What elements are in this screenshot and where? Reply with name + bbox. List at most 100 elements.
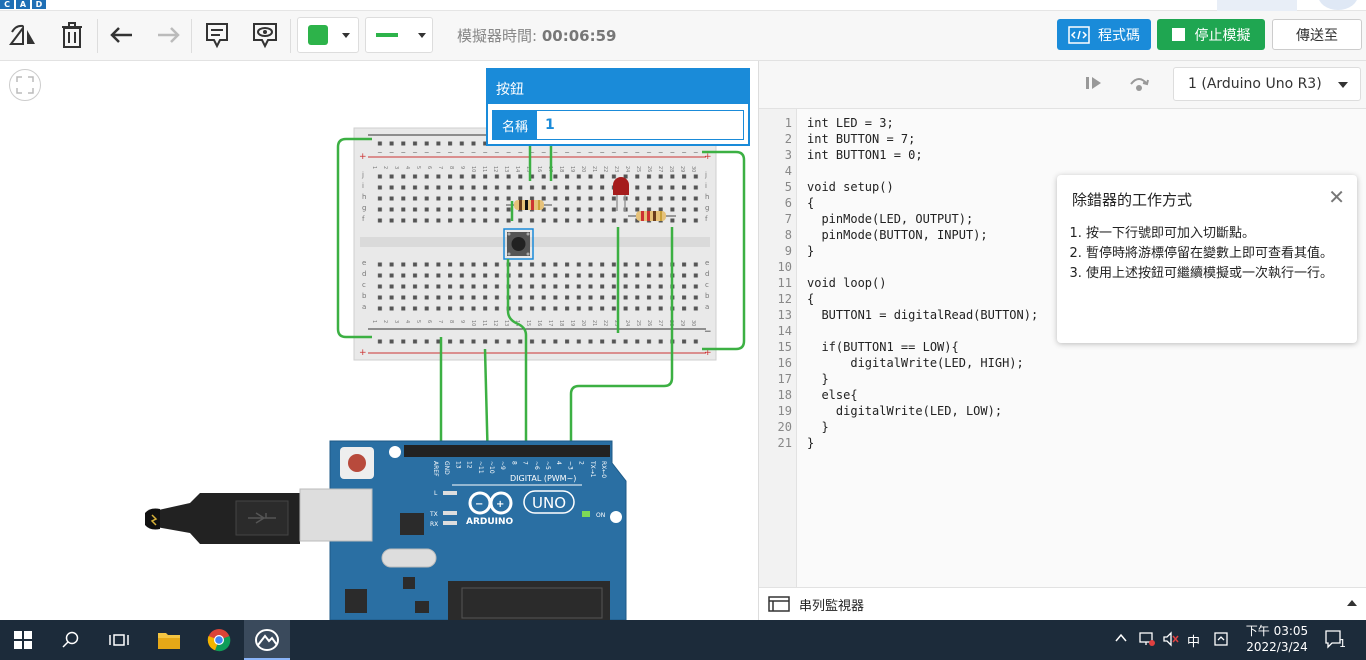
rotate-icon[interactable] bbox=[8, 20, 38, 50]
wire-style-gap bbox=[398, 33, 402, 37]
delete-icon[interactable] bbox=[57, 20, 87, 50]
line-number[interactable]: 2 bbox=[759, 131, 792, 147]
breadboard-label: 24 bbox=[624, 166, 630, 172]
code-line[interactable] bbox=[807, 259, 1038, 275]
name-field-input[interactable]: 1 bbox=[537, 111, 743, 139]
code-line[interactable]: int BUTTON1 = 0; bbox=[807, 147, 1038, 163]
line-number[interactable]: 1 bbox=[759, 115, 792, 131]
clipboard-icon[interactable] bbox=[1213, 631, 1229, 651]
arduino-brand: ARDUINO bbox=[466, 517, 514, 527]
chrome-icon[interactable] bbox=[196, 620, 242, 660]
arduino-pin-label: ~5 bbox=[544, 461, 551, 470]
line-number[interactable]: 10 bbox=[759, 259, 792, 275]
system-clock[interactable]: 下午 03:05 2022/3/24 bbox=[1244, 623, 1310, 655]
windows-start-icon[interactable] bbox=[0, 620, 46, 660]
breadboard-label: b bbox=[705, 292, 710, 300]
line-number[interactable]: 3 bbox=[759, 147, 792, 163]
line-number[interactable]: 13 bbox=[759, 307, 792, 323]
code-line[interactable]: int LED = 3; bbox=[807, 115, 1038, 131]
tinkercad-app-icon[interactable] bbox=[244, 620, 290, 660]
code-line[interactable]: int BUTTON = 7; bbox=[807, 131, 1038, 147]
breadboard-label: 21 bbox=[591, 166, 597, 172]
code-line[interactable]: if(BUTTON1 == LOW){ bbox=[807, 339, 1038, 355]
line-number[interactable]: 16 bbox=[759, 355, 792, 371]
task-view-icon[interactable] bbox=[96, 620, 142, 660]
step-over-icon[interactable] bbox=[1128, 74, 1150, 96]
line-number[interactable]: 7 bbox=[759, 211, 792, 227]
code-line[interactable]: { bbox=[807, 195, 1038, 211]
breadboard-label: h bbox=[705, 193, 709, 201]
redo-icon[interactable] bbox=[153, 20, 183, 50]
code-line[interactable]: else{ bbox=[807, 387, 1038, 403]
undo-icon[interactable] bbox=[107, 20, 137, 50]
line-number[interactable]: 17 bbox=[759, 371, 792, 387]
line-number[interactable]: 6 bbox=[759, 195, 792, 211]
line-number[interactable]: 9 bbox=[759, 243, 792, 259]
breadboard-label: 30 bbox=[690, 166, 696, 172]
code-line[interactable]: digitalWrite(LED, HIGH); bbox=[807, 355, 1038, 371]
code-line[interactable] bbox=[807, 163, 1038, 179]
line-number-gutter[interactable]: 1 2 3 4 5 6 7 8 9 10 11 12 13 14 15 16 17 18 19 20 21 bbox=[759, 109, 797, 587]
line-number[interactable]: 15 bbox=[759, 339, 792, 355]
breadboard-label: 9 bbox=[459, 320, 465, 323]
app-logo[interactable]: C A D bbox=[0, 0, 46, 9]
chevron-up-icon[interactable] bbox=[1347, 600, 1357, 606]
usb-cable[interactable] bbox=[145, 488, 373, 544]
code-line[interactable]: void setup() bbox=[807, 179, 1038, 195]
search-icon[interactable] bbox=[48, 620, 94, 660]
serial-monitor-bar[interactable]: 串列監視器 bbox=[759, 587, 1366, 620]
breadboard-label: 27 bbox=[657, 320, 663, 326]
code-line[interactable]: digitalWrite(LED, LOW); bbox=[807, 403, 1038, 419]
stop-simulation-button[interactable]: 停止模擬 bbox=[1157, 19, 1265, 50]
chevron-up-icon[interactable] bbox=[1114, 631, 1128, 649]
view-notes-icon[interactable] bbox=[250, 20, 280, 50]
close-icon[interactable]: ✕ bbox=[1328, 185, 1345, 209]
stop-button-label: 停止模擬 bbox=[1194, 27, 1251, 44]
code-line[interactable]: { bbox=[807, 291, 1038, 307]
note-icon[interactable] bbox=[202, 20, 232, 50]
line-number[interactable]: 21 bbox=[759, 435, 792, 451]
user-avatar[interactable] bbox=[1318, 0, 1358, 10]
breadboard-label: 26 bbox=[646, 166, 652, 172]
component-inspector[interactable]: 按鈕 名稱 1 bbox=[486, 68, 750, 146]
line-number[interactable]: 14 bbox=[759, 323, 792, 339]
arduino-pin-label: 12 bbox=[466, 461, 473, 469]
logo-letter: D bbox=[32, 0, 46, 9]
device-selector[interactable]: 1 (Arduino Uno R3) bbox=[1173, 67, 1361, 101]
network-icon[interactable] bbox=[1138, 631, 1156, 651]
breadboard-label: 18 bbox=[558, 320, 564, 326]
code-text[interactable]: int LED = 3; int BUTTON = 7; int BUTTON1 =… bbox=[807, 115, 1038, 451]
input-method-indicator[interactable]: 中 bbox=[1187, 631, 1200, 650]
code-line[interactable]: void loop() bbox=[807, 275, 1038, 291]
code-line[interactable]: pinMode(LED, OUTPUT); bbox=[807, 211, 1038, 227]
line-number[interactable]: 19 bbox=[759, 403, 792, 419]
code-line[interactable]: } bbox=[807, 243, 1038, 259]
line-number[interactable]: 4 bbox=[759, 163, 792, 179]
push-button[interactable] bbox=[503, 228, 534, 260]
code-line[interactable]: } bbox=[807, 435, 1038, 451]
volume-muted-icon[interactable] bbox=[1162, 631, 1180, 651]
code-line[interactable]: BUTTON1 = digitalRead(BUTTON); bbox=[807, 307, 1038, 323]
code-line[interactable] bbox=[807, 323, 1038, 339]
code-button[interactable]: 程式碼 bbox=[1057, 19, 1151, 50]
color-dropdown[interactable] bbox=[297, 17, 359, 53]
sim-time-value: 00:06:59 bbox=[541, 27, 617, 45]
breadboard-label: 19 bbox=[569, 166, 575, 172]
wire-style-dropdown[interactable] bbox=[365, 17, 433, 53]
line-number[interactable]: 11 bbox=[759, 275, 792, 291]
arduino-pin-label: 2 bbox=[578, 461, 585, 465]
code-editor[interactable]: 1 2 3 4 5 6 7 8 9 10 11 12 13 14 15 16 17 18 19 20 21 int LE… bbox=[759, 109, 1366, 587]
code-line[interactable]: } bbox=[807, 371, 1038, 387]
line-number[interactable]: 18 bbox=[759, 387, 792, 403]
name-field-row: 名稱 1 bbox=[492, 110, 744, 140]
continue-icon[interactable] bbox=[1085, 75, 1103, 95]
code-line[interactable]: } bbox=[807, 419, 1038, 435]
rail-plus-label: + bbox=[704, 152, 712, 162]
line-number[interactable]: 5 bbox=[759, 179, 792, 195]
file-explorer-icon[interactable] bbox=[146, 620, 192, 660]
line-number[interactable]: 8 bbox=[759, 227, 792, 243]
send-to-button[interactable]: 傳送至 bbox=[1272, 19, 1362, 50]
code-line[interactable]: pinMode(BUTTON, INPUT); bbox=[807, 227, 1038, 243]
line-number[interactable]: 20 bbox=[759, 419, 792, 435]
line-number[interactable]: 12 bbox=[759, 291, 792, 307]
